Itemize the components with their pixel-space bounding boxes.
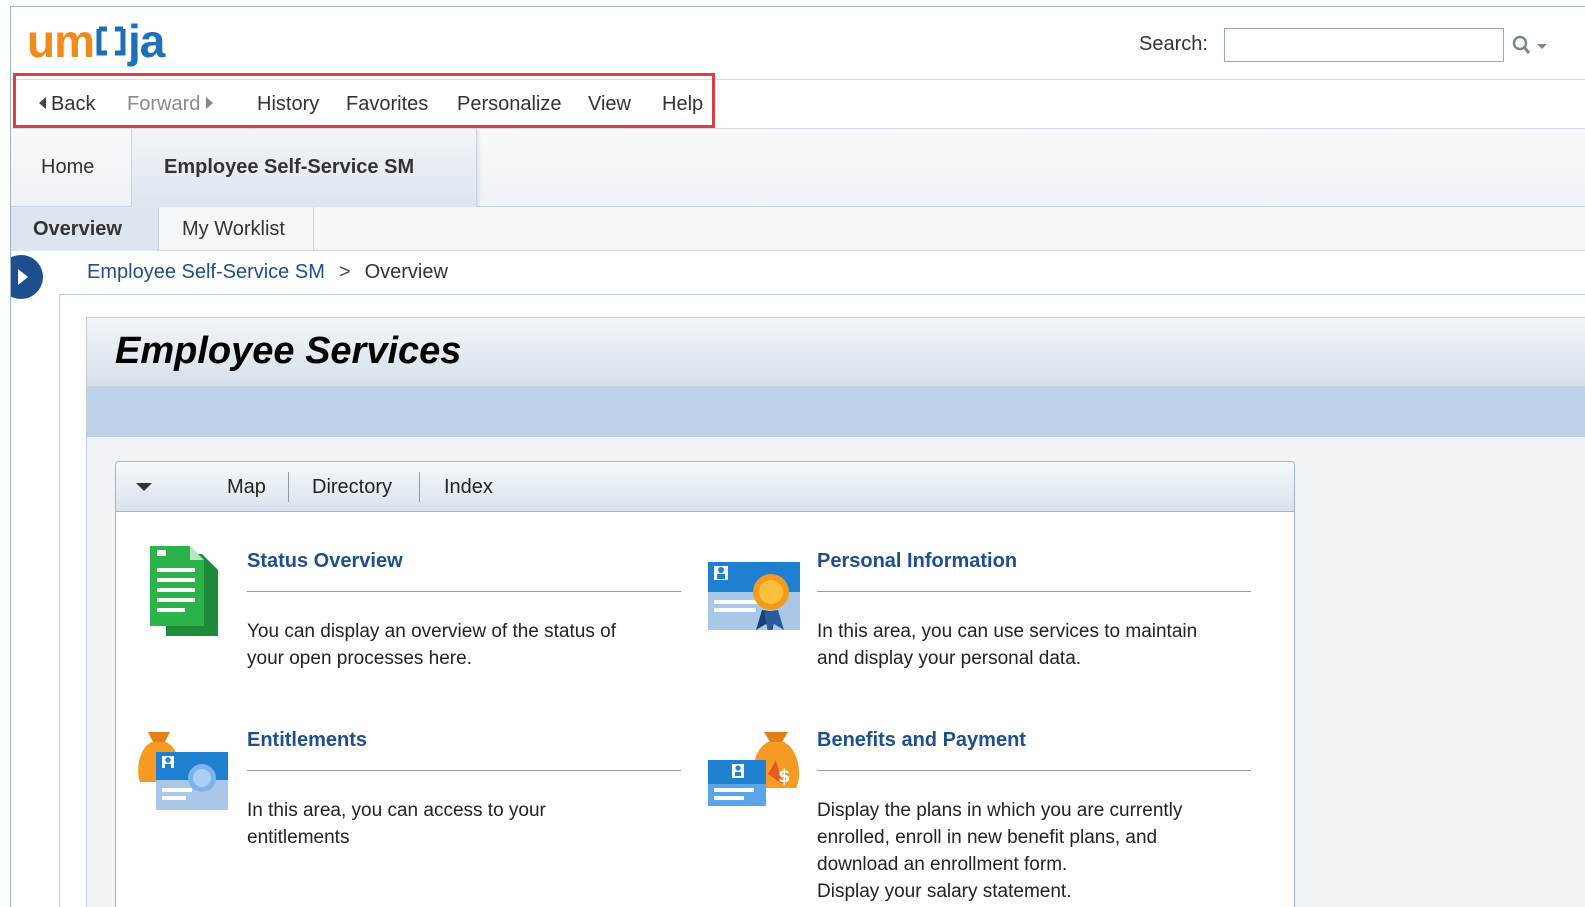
- page-header: Employee Services: [86, 317, 1585, 387]
- tab-map[interactable]: Map: [227, 474, 266, 500]
- page-title: Employee Services: [115, 330, 462, 372]
- personal-information-link[interactable]: Personal Information: [817, 550, 1017, 573]
- help-menu[interactable]: Help: [662, 91, 703, 117]
- second-level-tabs: Overview My Worklist: [11, 207, 1585, 251]
- search-input[interactable]: [1224, 28, 1504, 62]
- collapse-caret-icon[interactable]: [136, 483, 152, 491]
- navigation-bar: [11, 79, 1585, 129]
- entitlements-link[interactable]: Entitlements: [247, 729, 367, 752]
- back-arrow-icon: [39, 96, 46, 109]
- money-bag-certificate-icon: [136, 726, 232, 821]
- svg-text:$: $: [778, 766, 791, 787]
- toolbar-divider: [288, 472, 289, 502]
- forward-arrow-icon: [206, 96, 214, 109]
- divider: [817, 591, 1251, 592]
- personalize-menu[interactable]: Personalize: [457, 91, 562, 117]
- page-header-band: [86, 387, 1585, 437]
- benefits-and-payment-description: Display the plans in which you are curre…: [817, 800, 1183, 902]
- status-overview-link[interactable]: Status Overview: [247, 550, 403, 573]
- services-panel: Map Directory Index Status Overview You …: [115, 461, 1295, 907]
- document-stack-icon: [146, 542, 222, 643]
- breadcrumb-current: Overview: [364, 261, 448, 283]
- tab-index[interactable]: Index: [444, 474, 493, 500]
- tab-employee-self-service[interactable]: Employee Self-Service SM: [131, 129, 477, 207]
- id-card-money-bag-icon: $: [706, 726, 802, 821]
- benefits-and-payment-link[interactable]: Benefits and Payment: [817, 729, 1026, 752]
- personal-information-description: In this area, you can use services to ma…: [817, 621, 1198, 669]
- breadcrumb: Employee Self-Service SM > Overview: [87, 261, 448, 284]
- back-button[interactable]: Back: [39, 91, 95, 117]
- breadcrumb-separator: >: [338, 261, 351, 283]
- tab-overview[interactable]: Overview: [11, 207, 159, 251]
- panel-toolbar: Map Directory Index: [116, 462, 1294, 512]
- id-card-award-icon: [706, 554, 802, 635]
- favorites-menu[interactable]: Favorites: [346, 91, 428, 117]
- logo-bracket-icon: [96, 26, 126, 56]
- forward-button[interactable]: Forward: [127, 91, 214, 117]
- portal-header: um ja Search:: [11, 7, 1585, 79]
- tab-my-worklist[interactable]: My Worklist: [159, 207, 314, 251]
- top-level-tabs: Home Employee Self-Service SM: [11, 129, 1585, 207]
- breadcrumb-root-link[interactable]: Employee Self-Service SM: [87, 261, 325, 283]
- entitlements-description: In this area, you can access to your ent…: [247, 800, 546, 848]
- search-icon[interactable]: [1511, 33, 1551, 59]
- search-label: Search:: [1139, 33, 1208, 55]
- tab-directory[interactable]: Directory: [312, 474, 392, 500]
- divider: [247, 591, 681, 592]
- portal-window: um ja Search: Back Forward History Favori…: [10, 6, 1585, 907]
- divider: [247, 770, 681, 771]
- tab-home[interactable]: Home: [11, 129, 131, 206]
- history-menu[interactable]: History: [257, 91, 319, 117]
- view-menu[interactable]: View: [588, 91, 631, 117]
- toolbar-divider: [419, 472, 420, 502]
- divider: [817, 770, 1251, 771]
- umoja-logo: um ja: [27, 15, 165, 67]
- status-overview-description: You can display an overview of the statu…: [247, 621, 616, 669]
